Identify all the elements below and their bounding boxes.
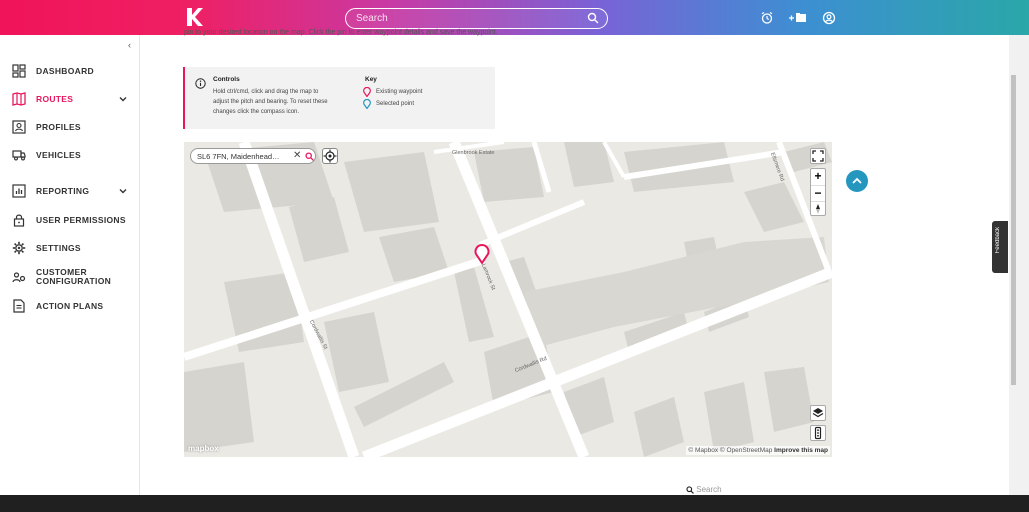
account-icon[interactable]	[822, 11, 836, 25]
map-canvas[interactable]	[184, 142, 832, 457]
fullscreen-icon	[812, 150, 824, 162]
sidebar-item-label: PROFILES	[36, 121, 81, 132]
controls-title: Controls	[213, 76, 240, 83]
zoom-controls: + −	[810, 168, 826, 216]
feedback-tab[interactable]: Feedback	[992, 221, 1008, 273]
k-logo-icon[interactable]	[184, 6, 204, 28]
feedback-label: Feedback	[995, 227, 1001, 254]
key-selected-label: Selected point	[376, 101, 415, 107]
existing-waypoint-pin-icon	[363, 87, 371, 97]
sidebar-item-profiles[interactable]: PROFILES	[12, 116, 132, 138]
controls-body: Hold ctrl/cmd, click and drag the map to…	[213, 89, 328, 115]
chevron-down-icon[interactable]	[118, 94, 128, 104]
search-icon[interactable]	[587, 12, 599, 24]
scrollbar-thumb[interactable]	[1011, 75, 1016, 385]
crosshair-icon	[323, 149, 337, 163]
scroll-up-button[interactable]	[846, 170, 868, 192]
key-selected-point: Selected point	[363, 99, 414, 109]
street-label: Glenbrook Estate	[452, 150, 495, 156]
sidebar-item-label: VEHICLES	[36, 149, 81, 160]
sidebar-item-label: DASHBOARD	[36, 65, 94, 76]
mapbox-logo[interactable]: mapbox	[188, 444, 219, 453]
key-title: Key	[365, 76, 377, 83]
sidebar-item-user-permissions[interactable]: USER PERMISSIONS	[12, 209, 132, 231]
sidebar-item-label: REPORTING	[36, 185, 90, 196]
traffic-light-icon	[814, 426, 822, 440]
sidebar-item-label: SETTINGS	[36, 242, 81, 253]
traffic-button[interactable]	[810, 425, 826, 441]
clear-icon[interactable]: ✕	[293, 150, 301, 161]
sidebar-item-label: USER PERMISSIONS	[36, 214, 126, 225]
attribution-text: © Mapbox © OpenStreetMap	[688, 447, 773, 454]
sidebar: ‹ DASHBOARD ROUTES PROFILES VEHICLES REP…	[0, 35, 140, 495]
sidebar-item-customer-configuration[interactable]: CUSTOMER CONFIGURATION	[12, 265, 132, 289]
sidebar-item-label: CUSTOMER CONFIGURATION	[36, 267, 112, 286]
dashboard-icon	[12, 64, 26, 78]
key-existing-label: Existing waypoint	[376, 89, 423, 95]
map[interactable]: Cordwallis St Cordwallis Rd Ellsmere Rd …	[184, 142, 832, 457]
intro-text: pin to your desired location on the map.…	[184, 29, 498, 36]
sidebar-item-routes[interactable]: ROUTES	[12, 88, 132, 110]
top-bar	[0, 0, 1029, 35]
key-existing-waypoint: Existing waypoint	[363, 87, 422, 97]
header-actions	[760, 10, 836, 26]
map-search[interactable]: ✕	[190, 148, 316, 164]
map-search-input[interactable]	[197, 151, 287, 162]
controls-panel: Controls Hold ctrl/cmd, click and drag t…	[183, 67, 495, 129]
profile-icon	[12, 120, 26, 134]
chevron-up-icon	[852, 177, 862, 184]
search-icon	[686, 486, 694, 494]
info-icon	[195, 78, 206, 89]
sidebar-item-action-plans[interactable]: ACTION PLANS	[12, 295, 132, 317]
sidebar-item-vehicles[interactable]: VEHICLES	[12, 144, 132, 166]
compass-button[interactable]	[811, 201, 825, 216]
users-config-icon	[12, 270, 26, 284]
add-folder-icon[interactable]	[788, 11, 808, 25]
map-icon	[12, 92, 26, 106]
compass-icon	[816, 204, 820, 214]
lock-icon	[12, 213, 26, 227]
chevron-down-icon[interactable]	[118, 186, 128, 196]
sidebar-collapse-button[interactable]: ‹	[128, 40, 138, 50]
fullscreen-button[interactable]	[810, 148, 826, 164]
taskbar-search-placeholder: Search	[696, 485, 722, 494]
gear-icon	[12, 241, 26, 255]
sidebar-item-label: ACTION PLANS	[36, 300, 104, 311]
locate-button[interactable]	[322, 148, 338, 164]
sidebar-item-reporting[interactable]: REPORTING	[12, 180, 132, 202]
map-attribution: © Mapbox © OpenStreetMap Improve this ma…	[686, 446, 830, 455]
search-icon[interactable]	[305, 152, 314, 161]
taskbar-search[interactable]: Search	[686, 485, 836, 497]
zoom-out-button[interactable]: −	[811, 185, 825, 201]
sidebar-item-label: ROUTES	[36, 93, 74, 104]
global-search[interactable]	[345, 8, 608, 29]
zoom-in-button[interactable]: +	[811, 169, 825, 185]
selected-point-pin-icon	[363, 99, 371, 109]
os-taskbar	[0, 495, 1029, 512]
improve-map-link[interactable]: Improve this map	[774, 447, 828, 454]
alarm-icon[interactable]	[760, 11, 774, 25]
global-search-input[interactable]	[356, 11, 576, 26]
truck-icon	[12, 148, 26, 162]
layers-button[interactable]	[810, 405, 826, 421]
sidebar-item-settings[interactable]: SETTINGS	[12, 237, 132, 259]
chart-icon	[12, 184, 26, 198]
sidebar-item-dashboard[interactable]: DASHBOARD	[12, 60, 132, 82]
document-icon	[12, 299, 26, 313]
main-content: pin to your desired location on the map.…	[141, 29, 1009, 495]
layers-icon	[812, 408, 824, 418]
